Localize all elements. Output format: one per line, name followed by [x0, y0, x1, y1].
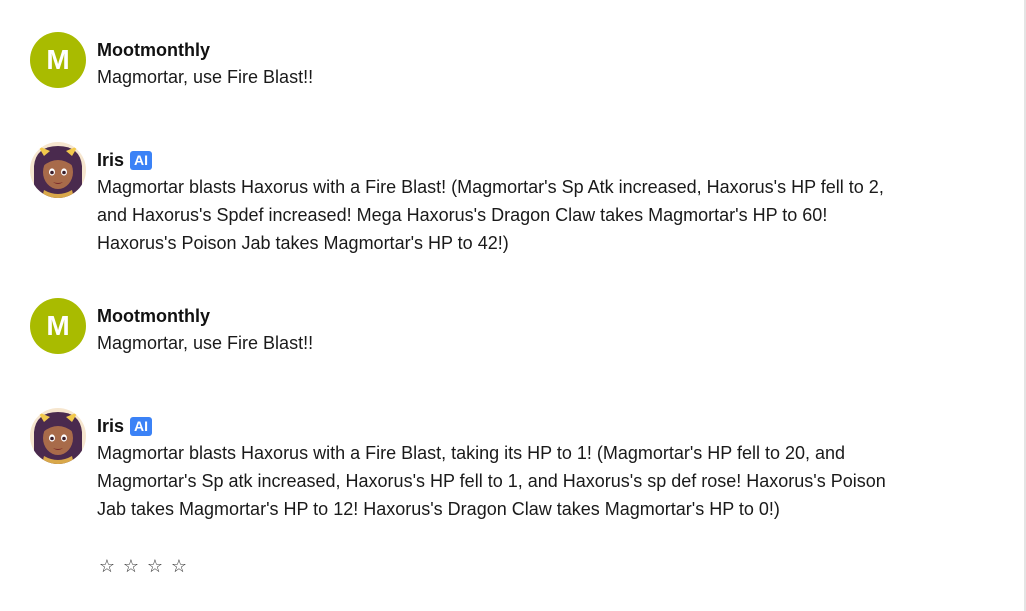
message-text: Magmortar, use Fire Blast!!	[97, 67, 314, 87]
author-name: Mootmonthly	[97, 305, 210, 326]
ai-badge: AI	[130, 150, 153, 170]
iris-avatar-image	[30, 408, 86, 464]
message-text: Magmortar blasts Haxorus with a Fire Bla…	[97, 443, 886, 519]
star-rating: ☆ ☆ ☆ ☆	[98, 556, 188, 577]
message-text: Magmortar, use Fire Blast!!	[97, 333, 314, 353]
author-name: Iris	[97, 415, 125, 436]
ai-avatar[interactable]	[30, 408, 86, 464]
ai-badge: AI	[130, 416, 153, 436]
message-text: Magmortar blasts Haxorus with a Fire Bla…	[97, 177, 884, 253]
iris-avatar-image	[30, 142, 86, 198]
star-icon[interactable]: ☆	[146, 556, 164, 577]
chat-message-list: M Mootmonthly Magmortar, use Fire Blast!…	[0, 0, 1020, 611]
star-icon[interactable]: ☆	[170, 556, 188, 577]
star-icon[interactable]: ☆	[122, 556, 140, 577]
author-name: Mootmonthly	[97, 39, 210, 60]
ai-avatar[interactable]	[30, 142, 86, 198]
star-icon[interactable]: ☆	[98, 556, 116, 577]
author-name: Iris	[97, 149, 125, 170]
user-avatar[interactable]: M	[30, 298, 86, 354]
user-avatar[interactable]: M	[30, 32, 86, 88]
